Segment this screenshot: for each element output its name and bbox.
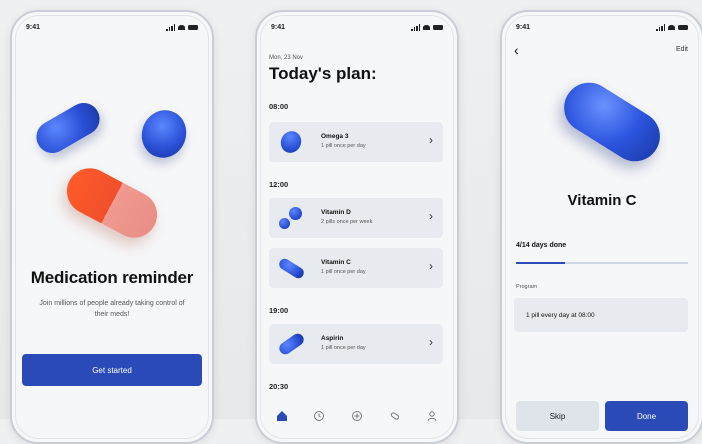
chevron-right-icon: ›: [429, 133, 433, 147]
signal-icon: [411, 24, 420, 31]
vitamin-c-capsule-illustration: [554, 73, 670, 171]
time-header: 19:00: [269, 306, 289, 315]
onboarding-title: Medication reminder: [30, 268, 194, 287]
wifi-icon: [178, 24, 185, 30]
time-header: 12:00: [269, 180, 289, 189]
med-dose: 1 pill once per day: [321, 269, 366, 275]
time-header: 20:30: [269, 382, 289, 391]
edit-button[interactable]: Edit: [676, 46, 688, 53]
med-card-aspirin[interactable]: Aspirin 1 pill once per day ›: [269, 324, 443, 364]
skip-button[interactable]: Skip: [516, 401, 599, 431]
progress-bar: [516, 262, 688, 264]
med-card-vitamin-c[interactable]: Vitamin C 1 pill once per day ›: [269, 248, 443, 288]
status-time: 9:41: [516, 23, 531, 31]
med-dose: 1 pill once per day: [321, 143, 366, 149]
time-header: 08:00: [269, 102, 289, 111]
chevron-right-icon: ›: [429, 209, 433, 223]
medication-name: Vitamin C: [567, 192, 637, 209]
signal-icon: [656, 24, 665, 31]
omega-pill-icon: [277, 127, 305, 157]
chevron-right-icon: ›: [429, 259, 433, 273]
plan-screen: 9:41 Mon, 23 Nov Today's plan: 08:00 Ome…: [255, 10, 459, 444]
profile-icon[interactable]: [426, 410, 438, 422]
med-name: Vitamin D: [321, 209, 351, 216]
chevron-right-icon: ›: [429, 335, 433, 349]
battery-icon: [188, 24, 198, 30]
progress-bar-fill: [516, 262, 566, 264]
action-buttons: Skip Done: [516, 401, 688, 431]
wifi-icon: [423, 24, 430, 30]
tab-bar: [257, 410, 457, 430]
plan-date: Mon, 23 Nov: [269, 55, 304, 61]
home-icon[interactable]: [276, 410, 288, 422]
pills-icon[interactable]: [389, 410, 401, 422]
med-name: Aspirin: [321, 335, 344, 342]
plan-title: Today's plan:: [269, 64, 377, 83]
status-time: 9:41: [26, 23, 41, 31]
battery-icon: [678, 24, 688, 30]
aspirin-capsule-icon: [277, 331, 306, 357]
med-dose: 1 pill once per day: [321, 345, 366, 351]
program-value[interactable]: 1 pill every day at 08:00: [514, 298, 688, 332]
plus-icon[interactable]: [351, 410, 363, 422]
med-name: Omega 3: [321, 133, 349, 140]
get-started-button[interactable]: Get started: [22, 354, 202, 386]
progress-label: 4/14 days done: [516, 242, 567, 249]
med-card-omega-3[interactable]: Omega 3 1 pill once per day ›: [269, 122, 443, 162]
signal-icon: [166, 24, 175, 31]
vitamin-d-pills-icon: [279, 206, 303, 230]
onboarding-screen: 9:41 Medication reminder Join millions o…: [10, 10, 214, 444]
program-label: Program: [516, 284, 538, 290]
done-button[interactable]: Done: [605, 401, 688, 431]
med-card-vitamin-d[interactable]: Vitamin D 2 pills once per week ›: [269, 198, 443, 238]
status-bar: 9:41: [26, 21, 198, 33]
detail-screen: 9:41 ‹ Edit Vitamin C 4/14 days done Pro…: [500, 10, 702, 444]
med-name: Vitamin C: [321, 259, 351, 266]
blue-capsule-illustration: [30, 97, 106, 159]
orange-capsule-illustration: [58, 160, 166, 246]
blue-tablet-illustration: [135, 103, 193, 165]
back-chevron-icon[interactable]: ‹: [514, 42, 519, 58]
onboarding-subtitle: Join millions of people already taking c…: [39, 300, 185, 318]
status-time: 9:41: [271, 23, 286, 31]
battery-icon: [433, 24, 443, 30]
vitamin-c-capsule-icon: [277, 256, 306, 281]
status-bar: 9:41: [271, 21, 443, 33]
med-dose: 2 pills once per week: [321, 219, 373, 225]
status-bar: 9:41: [516, 21, 688, 33]
clock-icon[interactable]: [313, 410, 325, 422]
wifi-icon: [668, 24, 675, 30]
